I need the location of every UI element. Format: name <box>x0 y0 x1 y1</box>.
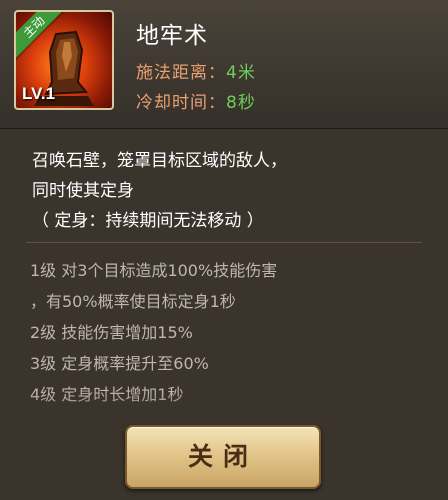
level-upgrade-line: 3级 定身概率提升至60% <box>30 354 209 373</box>
skill-level: LV.1 <box>22 84 56 103</box>
cast-range-row: 施法距离：4米 <box>136 58 256 83</box>
cast-range-value: 4米 <box>226 63 256 83</box>
level-upgrades-list: 1级 对3个目标造成100%技能伤害 ，有50%概率使目标定身1秒 2级 技能伤… <box>30 255 430 410</box>
description-line: 召唤石壁，笼罩目标区域的敌人， <box>32 151 287 171</box>
cooldown-label: 冷却时间： <box>136 93 226 113</box>
stone-wall-skill-icon: 主动 LV.1 <box>14 10 114 110</box>
cast-range-label: 施法距离： <box>136 63 226 83</box>
skill-description: 召唤石壁，笼罩目标区域的敌人， 同时使其定身 （ 定身：持续期间无法移动 ） <box>32 146 432 236</box>
description-line: （ 定身：持续期间无法移动 ） <box>32 211 264 231</box>
skill-info-dialog: 主动 LV.1 地牢术 施法距离：4米 冷却时间：8秒 召唤石壁，笼罩目标区域的… <box>0 0 448 500</box>
cooldown-row: 冷却时间：8秒 <box>136 88 256 113</box>
close-button[interactable]: 关闭 <box>125 425 321 489</box>
level-upgrade-line: 2级 技能伤害增加15% <box>30 323 193 342</box>
skill-header: 主动 LV.1 地牢术 施法距离：4米 冷却时间：8秒 <box>0 0 448 129</box>
description-line: 同时使其定身 <box>32 181 134 201</box>
level-upgrade-line: 1级 对3个目标造成100%技能伤害 <box>30 261 278 280</box>
skill-name: 地牢术 <box>136 23 208 49</box>
level-upgrade-line: ，有50%概率使目标定身1秒 <box>30 292 236 311</box>
divider <box>26 242 422 243</box>
cooldown-value: 8秒 <box>226 93 256 113</box>
